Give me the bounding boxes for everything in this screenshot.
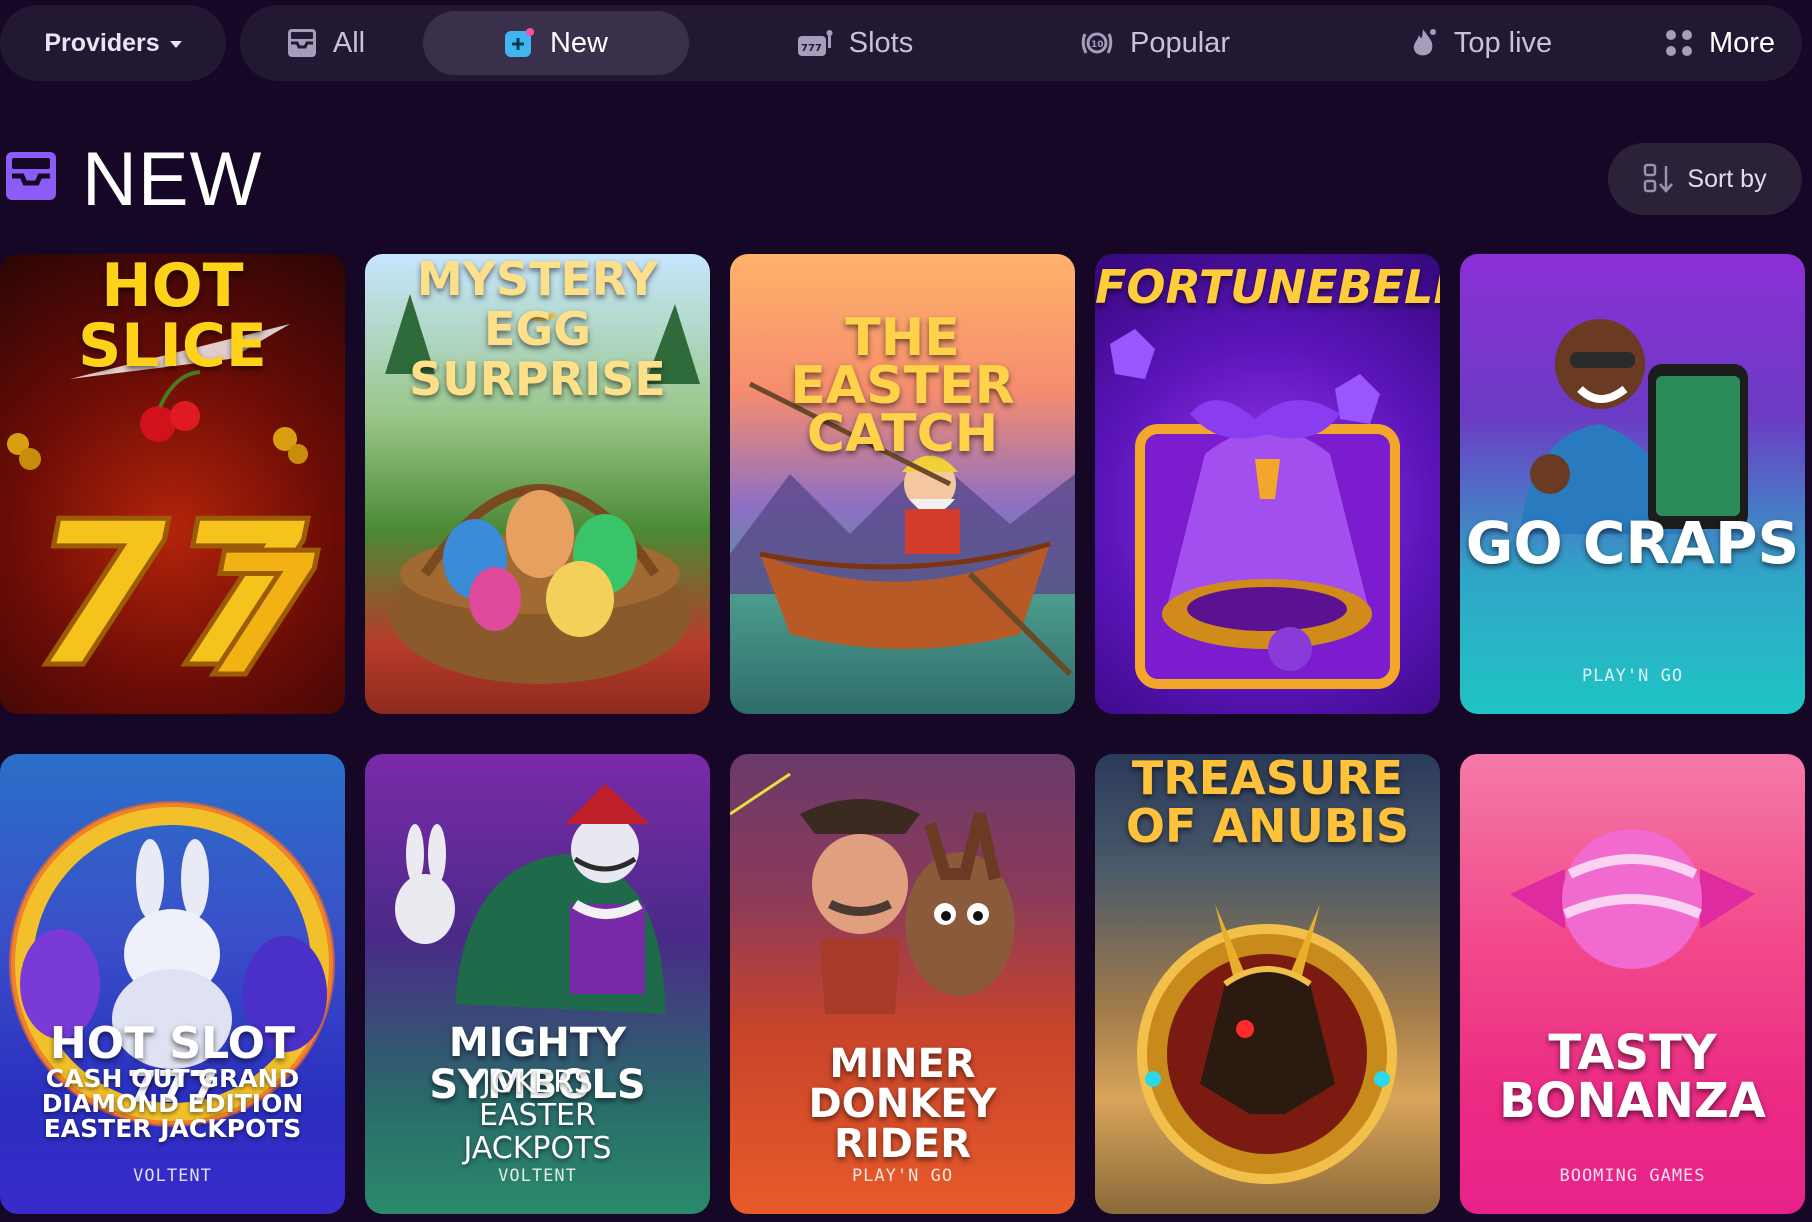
candy-art (1510, 829, 1755, 969)
game-logo: THE EASTER CATCH (790, 308, 1015, 464)
game-title: GO CRAPS (1465, 509, 1800, 577)
game-card-treasure-of-anubis[interactable]: TREASURE OF ANUBIS (1095, 754, 1440, 1214)
game-title: TASTY BONANZA (1499, 1025, 1766, 1129)
tab-more[interactable]: More (1650, 11, 1790, 75)
category-tabs: All New 777 Slots 10 Popular Top live Mo… (240, 5, 1802, 81)
game-card-miner-donkey-rider[interactable]: MINER DONKEY RIDER PLAY'N GO (730, 754, 1075, 1214)
grid-dots-icon (1665, 30, 1692, 56)
game-card-mystery-egg[interactable]: MYSTERY EGG SURPRISE (365, 254, 710, 714)
game-logo: FortuneBells (1095, 260, 1440, 314)
sort-label: Sort by (1687, 164, 1767, 193)
game-card-tasty-bonanza[interactable]: TASTY BONANZA BOOMING GAMES (1460, 754, 1805, 1214)
game-title: MINER DONKEY RIDER (808, 1041, 997, 1167)
tab-top-live[interactable]: Top live (1390, 11, 1570, 75)
bell-art (1110, 329, 1400, 689)
providers-label: Providers (44, 28, 160, 57)
game-card-go-craps[interactable]: GO CRAPS PLAY'N GO (1460, 254, 1805, 714)
svg-text:7: 7 (200, 517, 318, 714)
game-card-easter-catch[interactable]: THE EASTER CATCH (730, 254, 1075, 714)
game-card-hot-slot-777[interactable]: HOT SLOT 777 CASH OUT GRAND DIAMOND EDIT… (0, 754, 345, 1214)
bunny-art (9, 801, 335, 1127)
tab-label: New (549, 26, 608, 59)
inbox-icon (287, 29, 316, 57)
tab-label: Top live (1453, 26, 1553, 59)
game-subtitle: CASH OUT GRAND DIAMOND EDITION EASTER JA… (41, 1064, 304, 1143)
inbox-icon (6, 152, 56, 200)
tab-label: All (332, 26, 366, 59)
sort-by-button[interactable]: Sort by (1608, 143, 1802, 215)
tab-popular[interactable]: 10 Popular (1060, 11, 1250, 75)
game-card-mighty-symbols[interactable]: MIGHTY SYMBOLS JOKERS EASTER JACKPOTS VO… (365, 754, 710, 1214)
game-provider: VOLTENT (133, 1166, 212, 1186)
game-provider: PLAY'N GO (851, 1166, 954, 1186)
section-title: NEW (82, 137, 263, 222)
game-logo: HOT Slice (78, 254, 267, 381)
tab-label: Slots (848, 26, 914, 59)
tab-all[interactable]: All (266, 11, 386, 75)
game-card-hot-slice[interactable]: 77 7 HOT Slice (0, 254, 345, 714)
game-provider: BOOMING GAMES (1559, 1166, 1706, 1186)
game-logo: TREASURE OF ANUBIS (1125, 754, 1410, 853)
laurel-badge-icon: 10 (1081, 32, 1113, 54)
slot-machine-icon: 777 (797, 30, 833, 56)
caret-down-icon (169, 40, 182, 48)
new-plus-icon (504, 28, 534, 57)
game-logo: MYSTERY EGG SURPRISE (409, 254, 666, 406)
game-provider: VOLTENT (498, 1166, 577, 1186)
svg-text:10: 10 (1091, 40, 1104, 50)
tab-slots[interactable]: 777 Slots (770, 11, 940, 75)
man-with-phone-art (1520, 319, 1748, 534)
providers-dropdown[interactable]: Providers (0, 5, 226, 81)
game-subtitle: JOKERS EASTER JACKPOTS (463, 1065, 612, 1166)
tab-label: More (1708, 26, 1776, 59)
tab-new[interactable]: New (423, 11, 689, 75)
sort-icon (1644, 163, 1674, 193)
flame-icon (1413, 29, 1436, 56)
tab-label: Popular (1130, 26, 1230, 59)
svg-text:777: 777 (801, 43, 822, 54)
game-card-fortune-bells[interactable]: FortuneBells (1095, 254, 1440, 714)
game-provider: PLAY'N GO (1581, 666, 1684, 686)
